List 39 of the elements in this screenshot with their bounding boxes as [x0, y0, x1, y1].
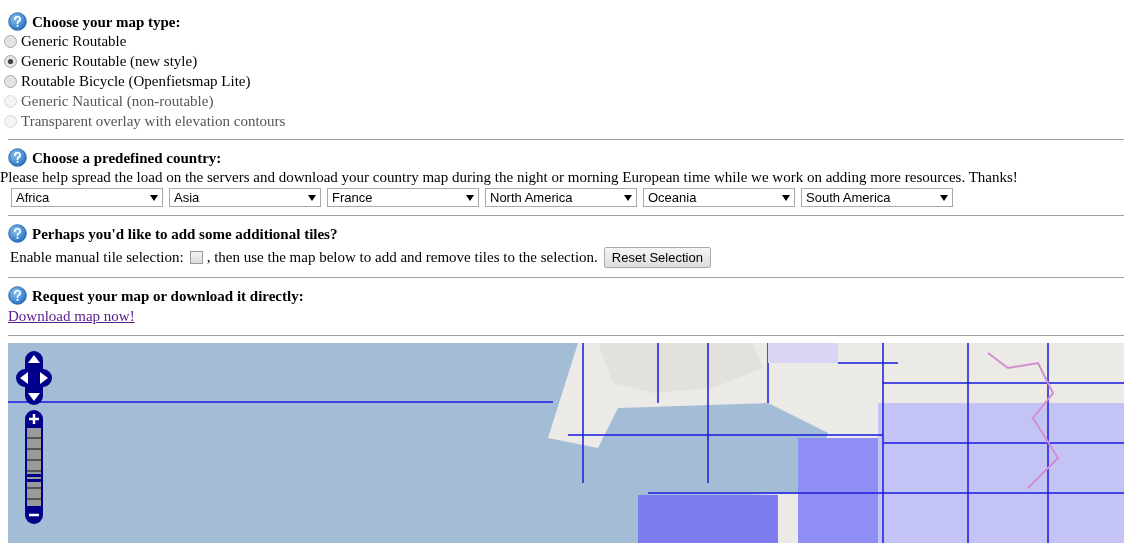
help-icon[interactable] — [8, 224, 27, 243]
checkbox[interactable] — [189, 250, 203, 264]
download-link[interactable]: Download map now! — [8, 307, 135, 324]
caret-icon — [150, 194, 158, 201]
region-dropdown[interactable]: North America — [485, 188, 637, 207]
caret-icon — [466, 194, 474, 201]
caret-icon — [782, 194, 790, 201]
help-text: Please help spread the load on the servers and download your country map during the night or morning European time while we work on adding more resources. Thanks! — [0, 168, 1019, 186]
section-heading: Choose a predefined country: — [32, 149, 222, 167]
option-label: Generic Routable — [21, 31, 127, 51]
section-heading: Request your map or download it directly: — [32, 286, 304, 305]
help-icon[interactable] — [8, 12, 27, 31]
option-label: Generic Routable (new style) — [21, 51, 198, 71]
region-dropdown[interactable]: Africa — [11, 188, 163, 207]
reset-selection-button[interactable]: Reset Selection — [603, 246, 711, 268]
checkbox-label: , then use the map below to add and remove tiles to the selection. — [206, 248, 598, 267]
region-dropdown[interactable]: Asia — [169, 188, 321, 207]
plus-icon — [29, 414, 39, 424]
radio-button[interactable] — [4, 54, 17, 68]
zoom-in-button[interactable] — [25, 410, 43, 428]
section-heading: Choose your map type: — [32, 13, 181, 31]
region-dropdown[interactable]: Oceania — [643, 188, 795, 207]
pan-control-icon[interactable] — [15, 350, 53, 406]
radio-button[interactable] — [4, 74, 17, 88]
caret-icon — [624, 194, 632, 201]
caret-icon — [940, 194, 948, 201]
option-label: Routable Bicycle (Openfietsmap Lite) — [21, 71, 251, 91]
region-dropdown[interactable]: France — [327, 188, 479, 207]
help-icon[interactable] — [8, 148, 27, 167]
section-heading: Perhaps you'd like to add some additional tiles? — [32, 225, 338, 243]
zoom-slider-thumb[interactable] — [25, 473, 43, 482]
radio-button[interactable] — [4, 34, 17, 48]
caret-icon — [308, 194, 316, 201]
option-label: Generic Nautical (non-routable) — [21, 91, 214, 111]
region-dropdown[interactable]: South America — [801, 188, 953, 207]
help-icon[interactable] — [8, 285, 27, 305]
option-label: Transparent overlay with elevation contours — [21, 111, 286, 131]
zoom-out-button[interactable] — [25, 506, 43, 524]
checkbox-label: Enable manual tile selection: — [10, 248, 184, 267]
